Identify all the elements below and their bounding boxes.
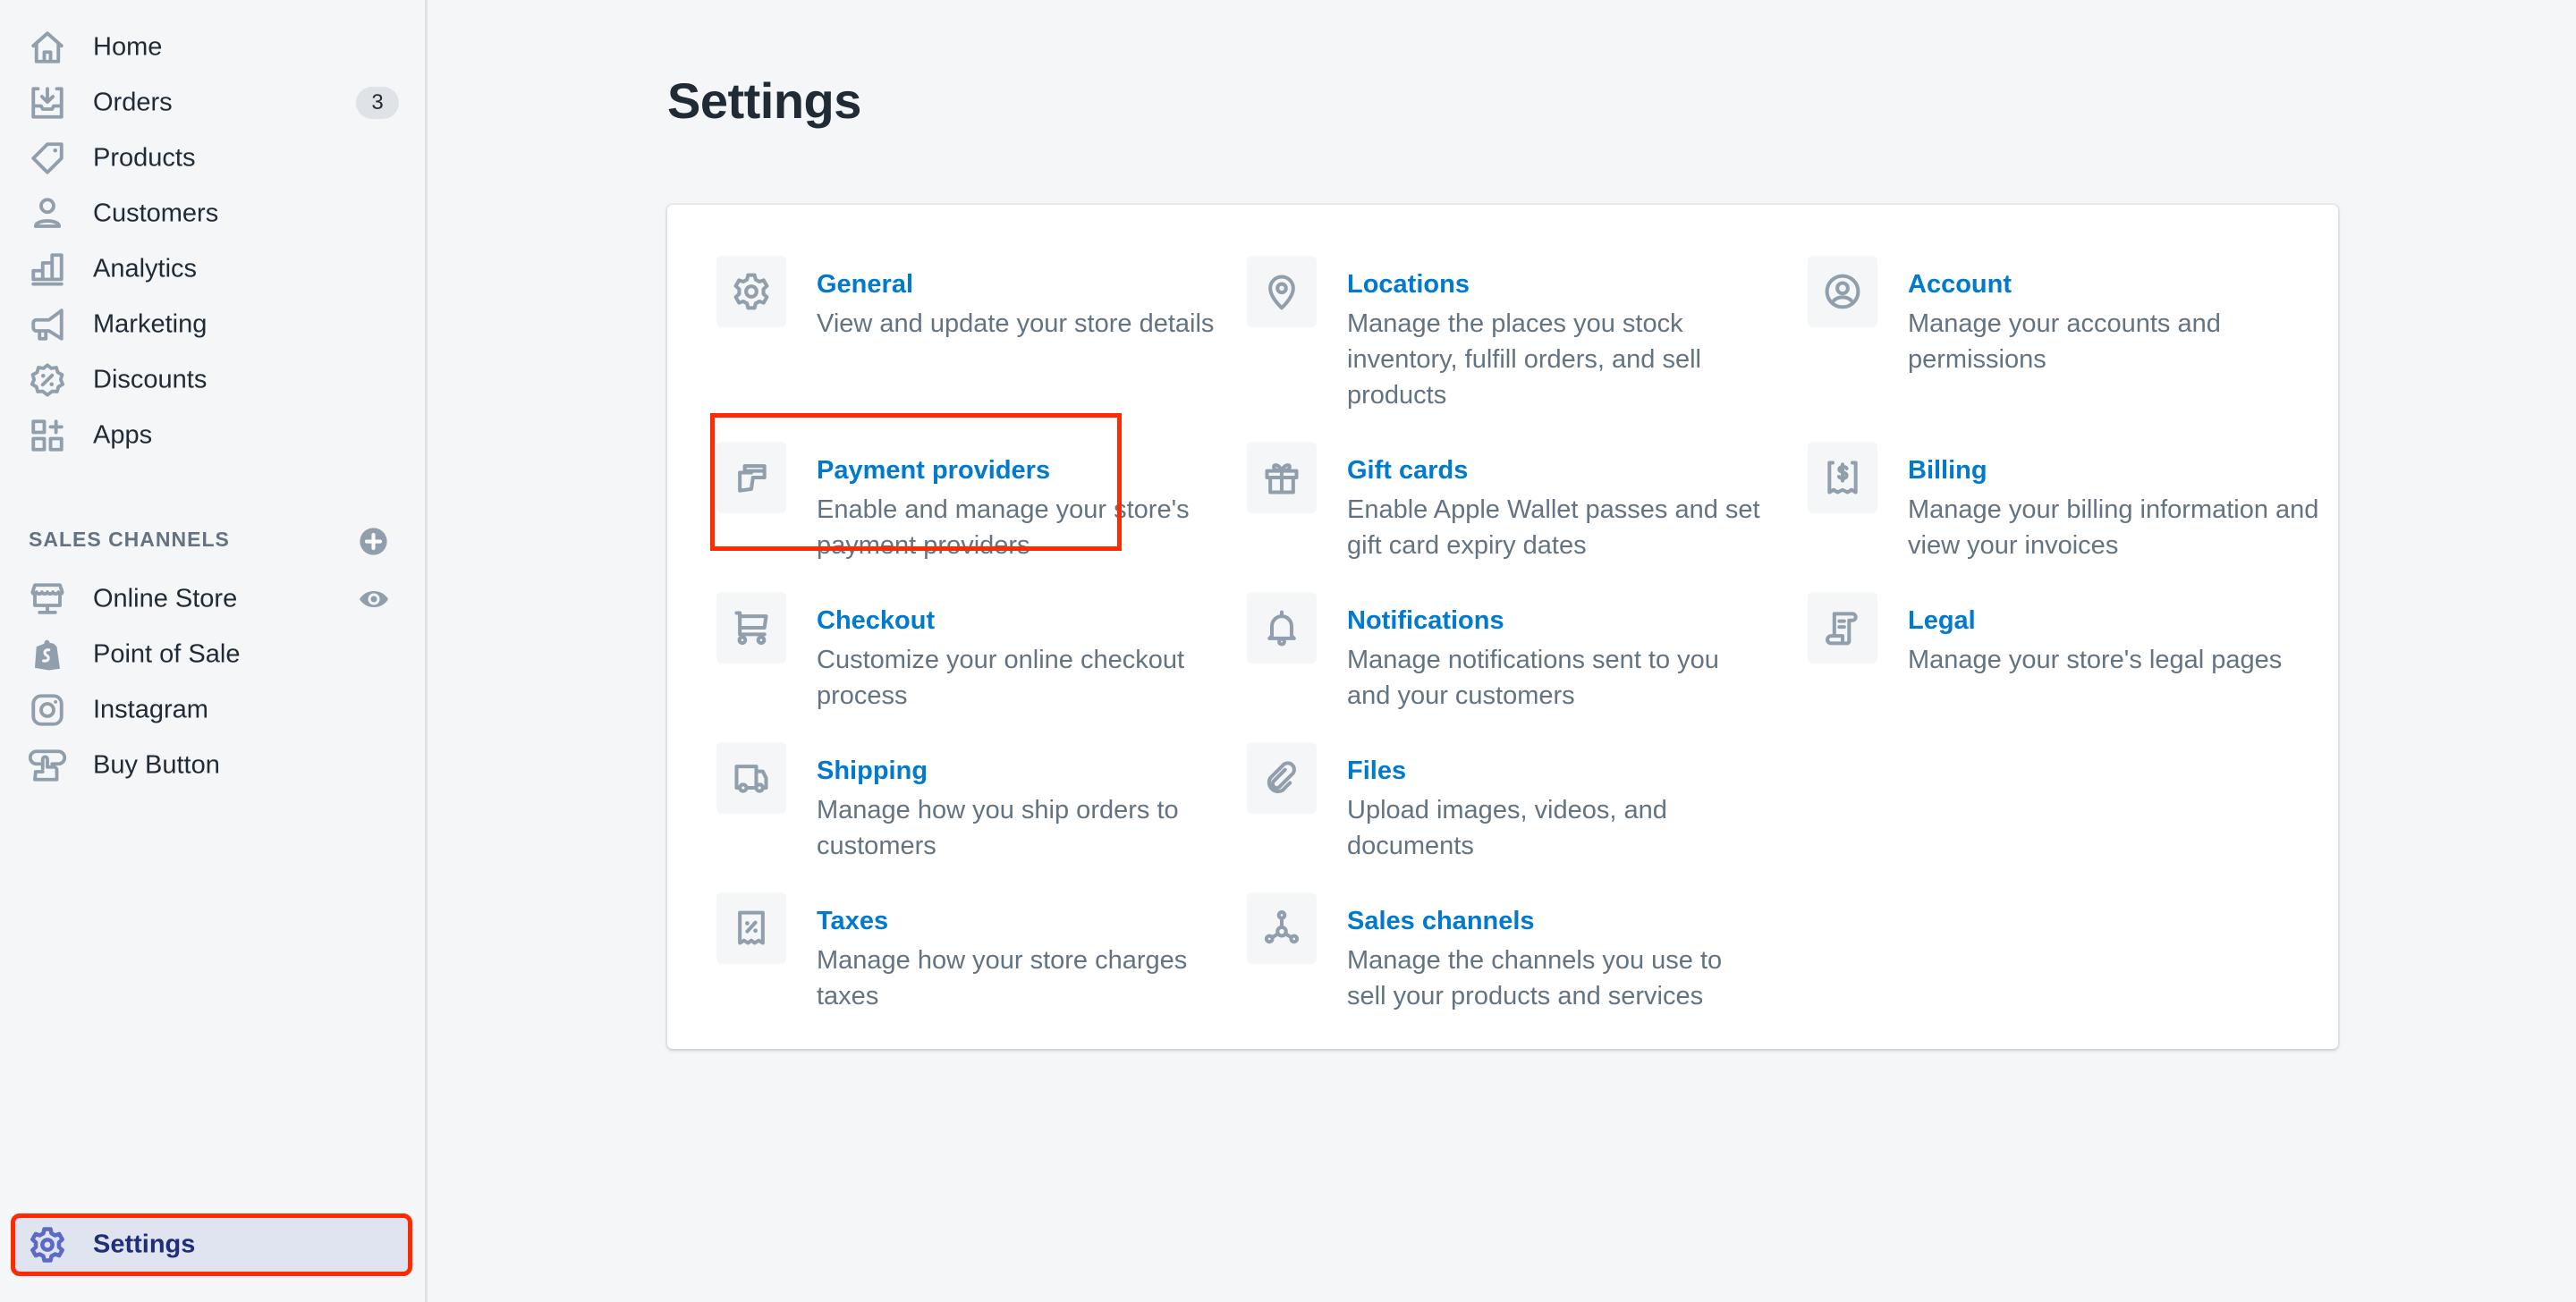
nav-label: Home	[93, 32, 163, 62]
storefront-icon	[29, 580, 66, 618]
home-icon	[29, 29, 66, 66]
setting-description: Manage notifications sent to you and you…	[1347, 646, 1719, 710]
setting-title[interactable]: Taxes	[817, 907, 888, 936]
nav-item-home[interactable]: Home	[14, 20, 409, 75]
tag-icon	[29, 140, 66, 177]
setting-title[interactable]: Files	[1347, 757, 1406, 786]
setting-description: Manage your billing information and view…	[1908, 495, 2319, 560]
add-sales-channel-button[interactable]	[359, 527, 388, 556]
gear-icon	[29, 1226, 66, 1264]
setting-title[interactable]: General	[817, 270, 913, 300]
nav-item-analytics[interactable]: Analytics	[14, 241, 409, 297]
nav-item-online-store[interactable]: Online Store	[14, 571, 409, 627]
nav-item-apps[interactable]: Apps	[14, 408, 409, 463]
tax-receipt-icon	[716, 892, 786, 964]
setting-title[interactable]: Notifications	[1347, 606, 1504, 636]
nav-label: Products	[93, 143, 196, 173]
truck-icon	[716, 742, 786, 814]
settings-card: General View and update your store detai…	[667, 205, 2338, 1049]
cart-icon	[716, 592, 786, 664]
nav-item-point-of-sale[interactable]: Point of Sale	[14, 627, 409, 682]
nav-label: Marketing	[93, 309, 208, 339]
gift-icon	[1247, 442, 1317, 513]
shopify-bag-icon	[29, 636, 66, 673]
account-circle-icon	[1808, 256, 1877, 327]
setting-description: Manage your store's legal pages	[1908, 646, 2283, 674]
nav-label: Settings	[93, 1230, 196, 1259]
nav-label: Buy Button	[93, 750, 220, 780]
sidebar: Home Orders 3 Products Customers Analyti…	[0, 0, 428, 1302]
setting-title[interactable]: Locations	[1347, 270, 1470, 300]
nav-label: Customers	[93, 199, 219, 228]
setting-title[interactable]: Billing	[1908, 456, 1987, 486]
person-icon	[29, 195, 66, 232]
setting-description: Manage how your store charges taxes	[817, 946, 1188, 1010]
credit-cards-icon	[716, 442, 786, 513]
setting-title[interactable]: Checkout	[817, 606, 935, 636]
setting-title[interactable]: Gift cards	[1347, 456, 1468, 486]
nav-item-products[interactable]: Products	[14, 131, 409, 186]
sales-channels-heading: SALES CHANNELS	[29, 528, 230, 551]
bar-chart-icon	[29, 250, 66, 288]
nav-item-buy-button[interactable]: Buy Button	[14, 738, 409, 793]
page-title: Settings	[667, 72, 861, 129]
bell-icon	[1247, 592, 1317, 664]
apps-icon	[29, 417, 66, 454]
orders-icon	[29, 84, 66, 122]
megaphone-icon	[29, 306, 66, 343]
setting-description: Enable and manage your store's payment p…	[817, 495, 1190, 560]
nav-label: Analytics	[93, 254, 198, 283]
setting-title[interactable]: Shipping	[817, 757, 928, 786]
location-pin-icon	[1247, 256, 1317, 327]
setting-title[interactable]: Sales channels	[1347, 907, 1535, 936]
view-online-store-eye-icon[interactable]	[359, 588, 389, 610]
nav-item-settings[interactable]: Settings	[11, 1213, 412, 1276]
setting-description: Manage the places you stock inventory, f…	[1347, 309, 1701, 410]
billing-receipt-icon	[1808, 442, 1877, 513]
orders-count-badge: 3	[356, 87, 399, 119]
scroll-icon	[1808, 592, 1877, 664]
nav-label: Apps	[93, 420, 153, 450]
setting-description: Manage the channels you use to sell your…	[1347, 946, 1723, 1010]
nav-item-orders[interactable]: Orders 3	[14, 75, 409, 131]
setting-description: Manage your accounts and permissions	[1908, 309, 2221, 374]
setting-title[interactable]: Account	[1908, 270, 2012, 300]
setting-title[interactable]: Payment providers	[817, 456, 1050, 486]
discount-icon	[29, 361, 66, 399]
setting-description: Enable Apple Wallet passes and set gift …	[1347, 495, 1760, 560]
instagram-icon	[29, 691, 66, 729]
nav-label: Discounts	[93, 365, 208, 394]
channels-icon	[1247, 892, 1317, 964]
gear-icon	[716, 256, 786, 327]
nav-label: Point of Sale	[93, 639, 241, 669]
setting-description: Manage how you ship orders to customers	[817, 796, 1179, 860]
setting-description: Customize your online checkout process	[817, 646, 1185, 710]
nav-item-discounts[interactable]: Discounts	[14, 352, 409, 408]
nav-item-instagram[interactable]: Instagram	[14, 682, 409, 738]
setting-description: View and update your store details	[817, 309, 1215, 338]
buy-button-icon	[29, 747, 66, 784]
nav-label: Orders	[93, 88, 173, 117]
setting-description: Upload images, videos, and documents	[1347, 796, 1667, 860]
nav-item-customers[interactable]: Customers	[14, 186, 409, 241]
setting-title[interactable]: Legal	[1908, 606, 1976, 636]
nav-item-marketing[interactable]: Marketing	[14, 297, 409, 352]
nav-label: Instagram	[93, 695, 208, 724]
nav-label: Online Store	[93, 584, 238, 613]
paperclip-icon	[1247, 742, 1317, 814]
